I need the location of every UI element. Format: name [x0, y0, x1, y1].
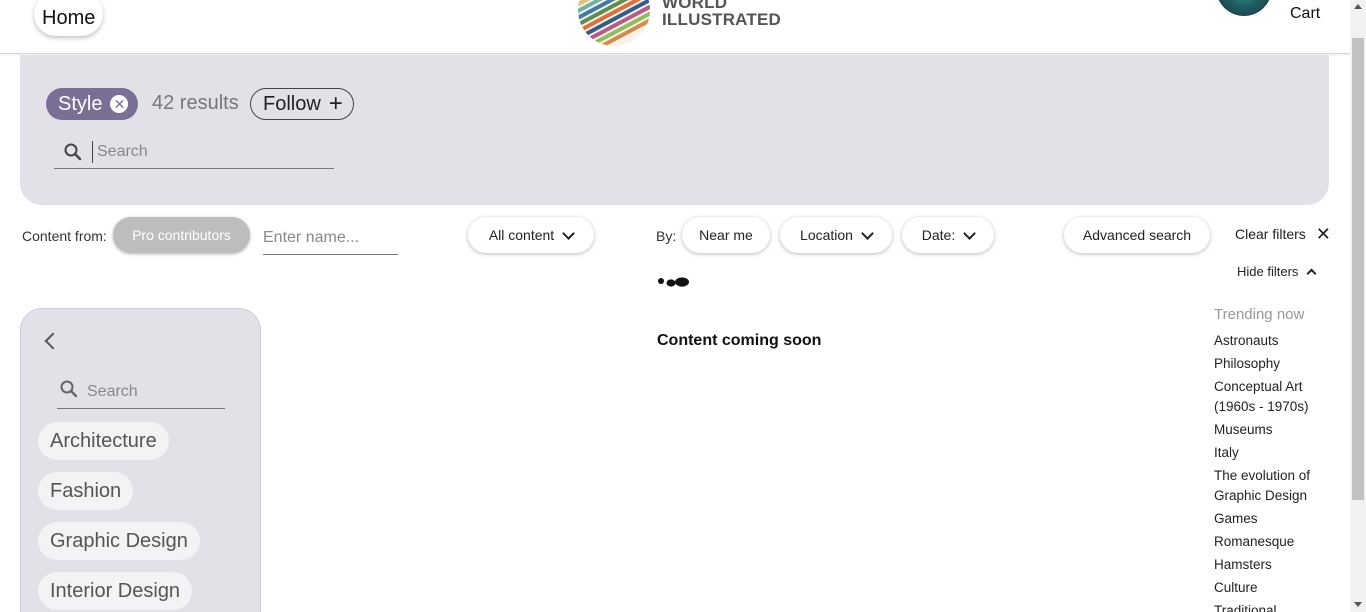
globe-logo-icon[interactable] — [578, 0, 650, 46]
chevron-down-icon — [861, 226, 874, 240]
trending-list: Astronauts Philosophy Conceptual Art (19… — [1214, 331, 1334, 612]
date-dropdown[interactable]: Date: — [902, 217, 994, 253]
filter-panel: Style ✕ 42 results Follow + — [20, 55, 1329, 205]
category-chip-interior-design[interactable]: Interior Design — [38, 572, 193, 610]
trending-item[interactable]: Culture — [1214, 578, 1334, 598]
trending-item[interactable]: Philosophy — [1214, 354, 1334, 374]
category-search-field[interactable] — [57, 375, 225, 409]
chevron-down-icon — [963, 226, 977, 240]
category-search-input[interactable] — [87, 382, 217, 401]
contributor-name-field[interactable] — [263, 222, 398, 255]
advanced-search-button[interactable]: Advanced search — [1064, 217, 1210, 253]
follow-button[interactable]: Follow + — [250, 88, 354, 120]
pro-contributors-label: Pro contributors — [132, 227, 231, 243]
date-label: Date: — [921, 227, 956, 243]
category-chip-fashion[interactable]: Fashion — [38, 472, 134, 510]
contributor-name-input[interactable] — [263, 222, 398, 254]
category-chip-architecture[interactable]: Architecture — [38, 422, 169, 460]
brand-line-2: ILLUSTRATED — [662, 10, 781, 29]
trending-item[interactable]: Romanesque — [1214, 532, 1334, 552]
trending-item[interactable]: The evolution of Graphic Design — [1214, 466, 1334, 506]
trending-item[interactable]: Conceptual Art (1960s - 1970s) — [1214, 377, 1334, 417]
style-filter-chip[interactable]: Style ✕ — [46, 88, 139, 120]
hide-filters-button[interactable]: Hide filters — [1237, 264, 1317, 279]
remove-chip-icon[interactable]: ✕ — [110, 95, 129, 113]
clear-filters-label: Clear filters — [1235, 226, 1306, 242]
top-header: Home WORLD ILLUSTRATED Cart — [0, 0, 1350, 54]
chevron-down-icon — [562, 226, 576, 240]
trending-item[interactable]: Games — [1214, 509, 1334, 529]
pro-contributors-toggle[interactable]: Pro contributors — [113, 217, 250, 253]
category-sidebar: Architecture Fashion Graphic Design Inte… — [20, 308, 261, 612]
near-me-label: Near me — [699, 227, 753, 243]
loading-dots-icon — [658, 277, 689, 287]
all-content-label: All content — [488, 227, 555, 243]
empty-state-message: Content coming soon — [657, 332, 822, 349]
trending-item[interactable]: Traditional — [1214, 601, 1334, 612]
chevron-left-icon[interactable] — [44, 332, 62, 350]
brand-name[interactable]: WORLD ILLUSTRATED — [662, 0, 781, 28]
style-chip-label: Style — [58, 92, 103, 115]
search-icon — [54, 142, 92, 162]
scroll-up-arrow-icon[interactable] — [1354, 4, 1362, 9]
content-from-label: Content from: — [22, 228, 107, 244]
follow-label: Follow — [263, 92, 321, 115]
hide-filters-label: Hide filters — [1237, 264, 1299, 279]
chevron-up-icon — [1306, 268, 1317, 279]
clear-filters-button[interactable]: Clear filters ✕ — [1235, 224, 1331, 244]
category-chip-graphic-design[interactable]: Graphic Design — [38, 522, 200, 560]
advanced-search-label: Advanced search — [1082, 227, 1192, 243]
trending-item[interactable]: Italy — [1214, 443, 1334, 463]
trending-item[interactable]: Astronauts — [1214, 331, 1334, 351]
user-avatar[interactable] — [1216, 0, 1272, 16]
plus-icon: + — [328, 90, 343, 117]
all-content-dropdown[interactable]: All content — [468, 217, 594, 253]
trending-item[interactable]: Hamsters — [1214, 555, 1334, 575]
trending-heading: Trending now — [1214, 306, 1305, 323]
location-label: Location — [800, 227, 853, 243]
location-dropdown[interactable]: Location — [780, 217, 892, 253]
home-button[interactable]: Home — [34, 0, 104, 36]
search-input[interactable] — [93, 142, 323, 161]
trending-item[interactable]: Museums — [1214, 420, 1334, 440]
page-scrollbar[interactable] — [1350, 0, 1366, 612]
scrollbar-thumb[interactable] — [1352, 38, 1364, 500]
results-count: 42 results — [152, 92, 239, 114]
scroll-down-arrow-icon[interactable] — [1354, 602, 1362, 607]
search-field[interactable] — [54, 135, 334, 169]
cart-link[interactable]: Cart — [1290, 5, 1320, 23]
near-me-button[interactable]: Near me — [682, 217, 770, 253]
close-icon: ✕ — [1315, 224, 1331, 244]
search-icon — [59, 379, 79, 404]
by-label: By: — [656, 228, 677, 244]
